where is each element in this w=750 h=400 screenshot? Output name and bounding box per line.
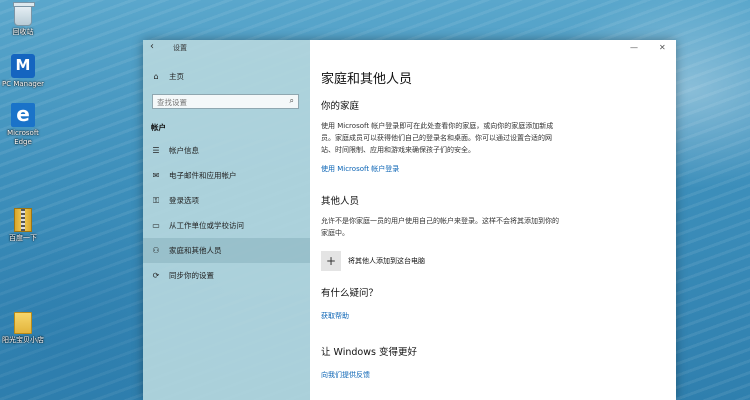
sidebar-item-label: 登录选项 bbox=[169, 196, 199, 205]
sidebar-item-label: 电子邮件和应用帐户 bbox=[169, 171, 237, 180]
sidebar-item-family-others[interactable]: ⚇ 家庭和其他人员 bbox=[143, 238, 310, 263]
give-feedback-link[interactable]: 向我们提供反馈 bbox=[321, 370, 370, 380]
get-help-link[interactable]: 获取帮助 bbox=[321, 311, 349, 321]
archive-glyph bbox=[14, 208, 32, 232]
sidebar-item-label: 主页 bbox=[169, 71, 184, 81]
folder-icon[interactable]: 阳光宝贝小店 bbox=[0, 312, 46, 345]
sidebar-item-label: 从工作单位或学校访问 bbox=[169, 221, 244, 230]
title-bar: ‹ 设置 bbox=[143, 40, 310, 56]
folder-glyph bbox=[14, 312, 32, 334]
key-icon: ⚿ bbox=[152, 195, 160, 205]
people-icon: ⚇ bbox=[152, 246, 160, 255]
sidebar-item-sign-in-options[interactable]: ⚿ 登录选项 bbox=[143, 188, 310, 213]
person-card-icon: ☰ bbox=[152, 146, 160, 155]
mail-icon: ✉ bbox=[152, 171, 160, 180]
pc-manager-icon[interactable]: PC Manager bbox=[0, 54, 46, 89]
app-title: 设置 bbox=[173, 44, 187, 52]
pc-manager-glyph bbox=[11, 54, 35, 78]
home-icon: ⌂ bbox=[153, 71, 159, 81]
recycle-bin-glyph bbox=[13, 2, 35, 26]
edge-glyph bbox=[11, 102, 35, 127]
sidebar-item-label: 帐户信息 bbox=[169, 146, 199, 155]
plus-icon: + bbox=[321, 251, 341, 271]
close-button[interactable]: ✕ bbox=[659, 43, 666, 52]
edge-browser-icon[interactable]: Microsoft Edge bbox=[0, 102, 46, 147]
search-placeholder: 查找设置 bbox=[157, 98, 187, 107]
sidebar-item-sync[interactable]: ⟳ 同步你的设置 bbox=[143, 263, 310, 288]
settings-window: ‹ 设置 ⌂ 主页 查找设置 ⌕ 帐户 ☰ 帐户信息 ✉ 电子邮件和应用帐户 ⚿… bbox=[143, 40, 676, 400]
sidebar-item-account-info[interactable]: ☰ 帐户信息 bbox=[143, 138, 310, 163]
other-users-description: 允许不是你家庭一员的用户使用自己的帐户来登录。这样不会将其添加到你的家庭中。 bbox=[321, 217, 559, 237]
desktop-icon-label: 回收站 bbox=[12, 28, 34, 36]
add-other-user-label: 将其他人添加到这台电脑 bbox=[348, 257, 425, 265]
desktop-icon-label: PC Manager bbox=[1, 80, 45, 88]
sidebar-item-label: 同步你的设置 bbox=[169, 271, 214, 280]
desktop-icon-label: 阳光宝贝小店 bbox=[2, 336, 44, 344]
archive-file-icon[interactable]: 百度一下 bbox=[0, 208, 46, 243]
desktop-icon-label: Microsoft Edge bbox=[7, 129, 39, 146]
feedback-heading: 让 Windows 变得更好 bbox=[321, 347, 417, 358]
desktop-icon-label: 百度一下 bbox=[9, 234, 37, 242]
sidebar-nav: ☰ 帐户信息 ✉ 电子邮件和应用帐户 ⚿ 登录选项 ▭ 从工作单位或学校访问 ⚇… bbox=[143, 138, 310, 288]
add-other-user-button[interactable]: + 将其他人添加到这台电脑 bbox=[321, 251, 676, 271]
sidebar-item-email-accounts[interactable]: ✉ 电子邮件和应用帐户 bbox=[143, 163, 310, 188]
search-input[interactable]: 查找设置 ⌕ bbox=[152, 94, 299, 109]
sidebar-item-home[interactable]: ⌂ 主页 bbox=[143, 68, 310, 84]
family-heading: 你的家庭 bbox=[321, 101, 360, 112]
back-arrow-icon[interactable]: ‹ bbox=[150, 41, 154, 52]
sidebar-item-label: 家庭和其他人员 bbox=[169, 246, 222, 255]
other-users-heading: 其他人员 bbox=[321, 196, 360, 207]
section-header: 帐户 bbox=[151, 123, 166, 132]
questions-heading: 有什么疑问？ bbox=[321, 288, 379, 299]
family-description: 使用 Microsoft 帐户登录即可在此处查看你的家庭，或向你的家庭添加新成员… bbox=[321, 122, 554, 154]
sign-in-microsoft-link[interactable]: 使用 Microsoft 帐户登录 bbox=[321, 164, 399, 174]
sync-icon: ⟳ bbox=[152, 271, 160, 280]
page-title: 家庭和其他人员 bbox=[321, 72, 413, 87]
search-icon[interactable]: ⌕ bbox=[290, 96, 294, 106]
recycle-bin-icon[interactable]: 回收站 bbox=[0, 2, 46, 37]
briefcase-icon: ▭ bbox=[152, 221, 160, 230]
settings-sidebar: ‹ 设置 ⌂ 主页 查找设置 ⌕ 帐户 ☰ 帐户信息 ✉ 电子邮件和应用帐户 ⚿… bbox=[143, 40, 310, 400]
content-pane: — ✕ 家庭和其他人员 你的家庭 使用 Microsoft 帐户登录即可在此处查… bbox=[310, 40, 676, 400]
sidebar-item-work-school[interactable]: ▭ 从工作单位或学校访问 bbox=[143, 213, 310, 238]
minimize-button[interactable]: — bbox=[630, 43, 638, 52]
